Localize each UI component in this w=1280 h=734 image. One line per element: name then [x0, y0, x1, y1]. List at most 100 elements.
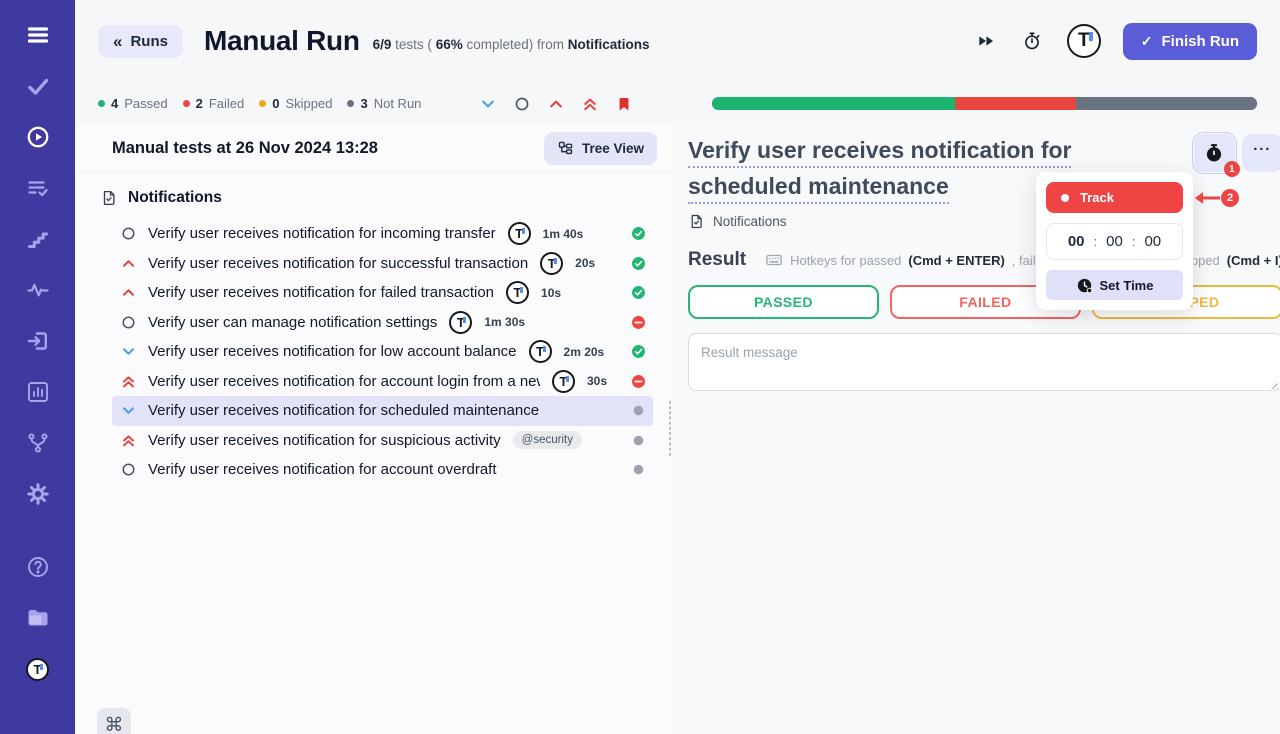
- status-counts: 4Passed2Failed0Skipped3Not Run: [98, 96, 421, 111]
- result-passed-button[interactable]: PASSED: [688, 285, 879, 319]
- priority-normal-icon: [120, 315, 136, 330]
- test-duration: 1m 30s: [484, 315, 525, 329]
- test-detail-panel: Verify user receives notification for sc…: [672, 125, 1280, 734]
- test-row[interactable]: Verify user receives notification for ac…: [112, 367, 653, 397]
- test-row[interactable]: Verify user receives notification for su…: [112, 426, 653, 456]
- test-duration: 1m 40s: [543, 227, 584, 241]
- test-row-title: Verify user receives notification for ac…: [148, 373, 540, 390]
- record-dot-icon: [1061, 194, 1069, 202]
- activity-icon[interactable]: [23, 275, 53, 305]
- status-dot-icon: [347, 100, 354, 107]
- run-progress-bar: [712, 97, 1257, 110]
- branch-icon[interactable]: [23, 428, 53, 458]
- sign-in-icon[interactable]: [23, 326, 53, 356]
- priority-highest-icon: [120, 433, 136, 448]
- suite-folder-notifications[interactable]: Notifications: [75, 172, 672, 217]
- bar-chart-icon[interactable]: [23, 377, 53, 407]
- test-duration: 20s: [575, 256, 595, 270]
- tree-view-button[interactable]: Tree View: [544, 132, 657, 165]
- fast-forward-icon[interactable]: [975, 30, 997, 52]
- status-passed-icon: [631, 344, 647, 359]
- check-icon[interactable]: [23, 71, 53, 101]
- hours-value[interactable]: 00: [1068, 233, 1085, 250]
- page-title: Manual Run: [204, 25, 360, 57]
- clock-icon: [1076, 277, 1093, 294]
- t-logo-icon[interactable]: T: [23, 654, 53, 684]
- test-row-title: Verify user receives notification for su…: [148, 255, 528, 272]
- status-passed-icon: [631, 226, 647, 241]
- status-not_run-icon: [631, 403, 647, 418]
- status-not_run-icon: [631, 462, 647, 477]
- folder-icon[interactable]: [23, 603, 53, 633]
- test-row[interactable]: Verify user receives notification for in…: [112, 219, 653, 249]
- test-row-title: Verify user receives notification for ac…: [148, 461, 497, 478]
- test-row[interactable]: Verify user receives notification for su…: [112, 249, 653, 279]
- file-check-icon: [100, 189, 118, 207]
- finish-run-button[interactable]: ✓ Finish Run: [1123, 23, 1257, 60]
- set-time-button[interactable]: Set Time: [1046, 270, 1183, 300]
- timer-history-icon[interactable]: [1021, 30, 1043, 52]
- chevron-down-icon[interactable]: [479, 95, 496, 112]
- status-passed-icon: [631, 256, 647, 271]
- set-time-label: Set Time: [1100, 278, 1154, 293]
- status-count-skipped: 0Skipped: [259, 96, 332, 111]
- breadcrumb-label: Notifications: [713, 214, 787, 229]
- priority-high-icon: [120, 256, 136, 271]
- help-icon[interactable]: [23, 552, 53, 582]
- test-row[interactable]: Verify user receives notification for fa…: [112, 278, 653, 308]
- priority-normal-icon: [120, 226, 136, 241]
- test-duration: 30s: [587, 374, 607, 388]
- status-dot-icon: [259, 100, 266, 107]
- keyboard-icon: [765, 251, 783, 269]
- hotkeys-command-button[interactable]: ⌘: [97, 708, 131, 734]
- chevron-up-icon[interactable]: [547, 95, 564, 112]
- back-to-runs-button[interactable]: « Runs: [98, 25, 183, 58]
- play-circle-icon[interactable]: [23, 122, 53, 152]
- test-rows: Verify user receives notification for in…: [75, 217, 672, 734]
- test-row[interactable]: Verify user receives notification for sc…: [112, 396, 653, 426]
- status-count-failed: 2Failed: [183, 96, 245, 111]
- result-message-wrap: [688, 333, 1280, 396]
- result-message-input[interactable]: [688, 333, 1280, 391]
- gear-icon[interactable]: [23, 479, 53, 509]
- test-row[interactable]: Verify user receives notification for lo…: [112, 337, 653, 367]
- run-list-title: Manual tests at 26 Nov 2024 13:28: [112, 139, 378, 158]
- detail-actions: 1 ···: [1194, 134, 1280, 172]
- t-logo-icon: T: [529, 340, 552, 363]
- test-row-title: Verify user receives notification for su…: [148, 432, 501, 449]
- t-logo-icon: T: [540, 252, 563, 275]
- steps-icon[interactable]: [23, 224, 53, 254]
- priority-highest-icon: [120, 374, 136, 389]
- timer-button[interactable]: 1: [1194, 134, 1235, 172]
- test-row-title: Verify user can manage notification sett…: [148, 314, 437, 331]
- test-row[interactable]: Verify user can manage notification sett…: [112, 308, 653, 338]
- t-logo-icon: T: [506, 281, 529, 304]
- bookmark-icon[interactable]: [615, 95, 632, 112]
- test-row[interactable]: Verify user receives notification for ac…: [112, 455, 653, 485]
- test-list-panel: Manual tests at 26 Nov 2024 13:28 Tree V…: [75, 125, 672, 734]
- finish-run-label: Finish Run: [1162, 33, 1240, 50]
- chevrons-up-icon[interactable]: [581, 95, 598, 112]
- status-failed-icon: [631, 315, 647, 330]
- menu-icon[interactable]: [23, 20, 53, 50]
- annotation-badge-1: 1: [1224, 161, 1240, 177]
- status-count-not-run: 3Not Run: [347, 96, 421, 111]
- avatar[interactable]: T: [1067, 24, 1101, 58]
- time-input[interactable]: 00 : 00 : 00: [1046, 223, 1183, 260]
- seconds-value[interactable]: 00: [1144, 233, 1161, 250]
- list-check-icon[interactable]: [23, 173, 53, 203]
- minutes-value[interactable]: 00: [1106, 233, 1123, 250]
- check-icon: ✓: [1141, 33, 1153, 50]
- stopwatch-icon: [1204, 143, 1224, 163]
- priority-filters: [479, 95, 632, 112]
- more-options-button[interactable]: ···: [1242, 134, 1280, 172]
- progress-segment: [712, 97, 954, 110]
- circle-outline-icon[interactable]: [513, 95, 530, 112]
- progress-segment: [1076, 97, 1257, 110]
- t-logo-icon: T: [449, 311, 472, 334]
- priority-low-icon: [120, 344, 136, 359]
- status-dot-icon: [183, 100, 190, 107]
- status-passed-icon: [631, 285, 647, 300]
- test-row-title: Verify user receives notification for fa…: [148, 284, 494, 301]
- track-button[interactable]: Track: [1046, 182, 1183, 213]
